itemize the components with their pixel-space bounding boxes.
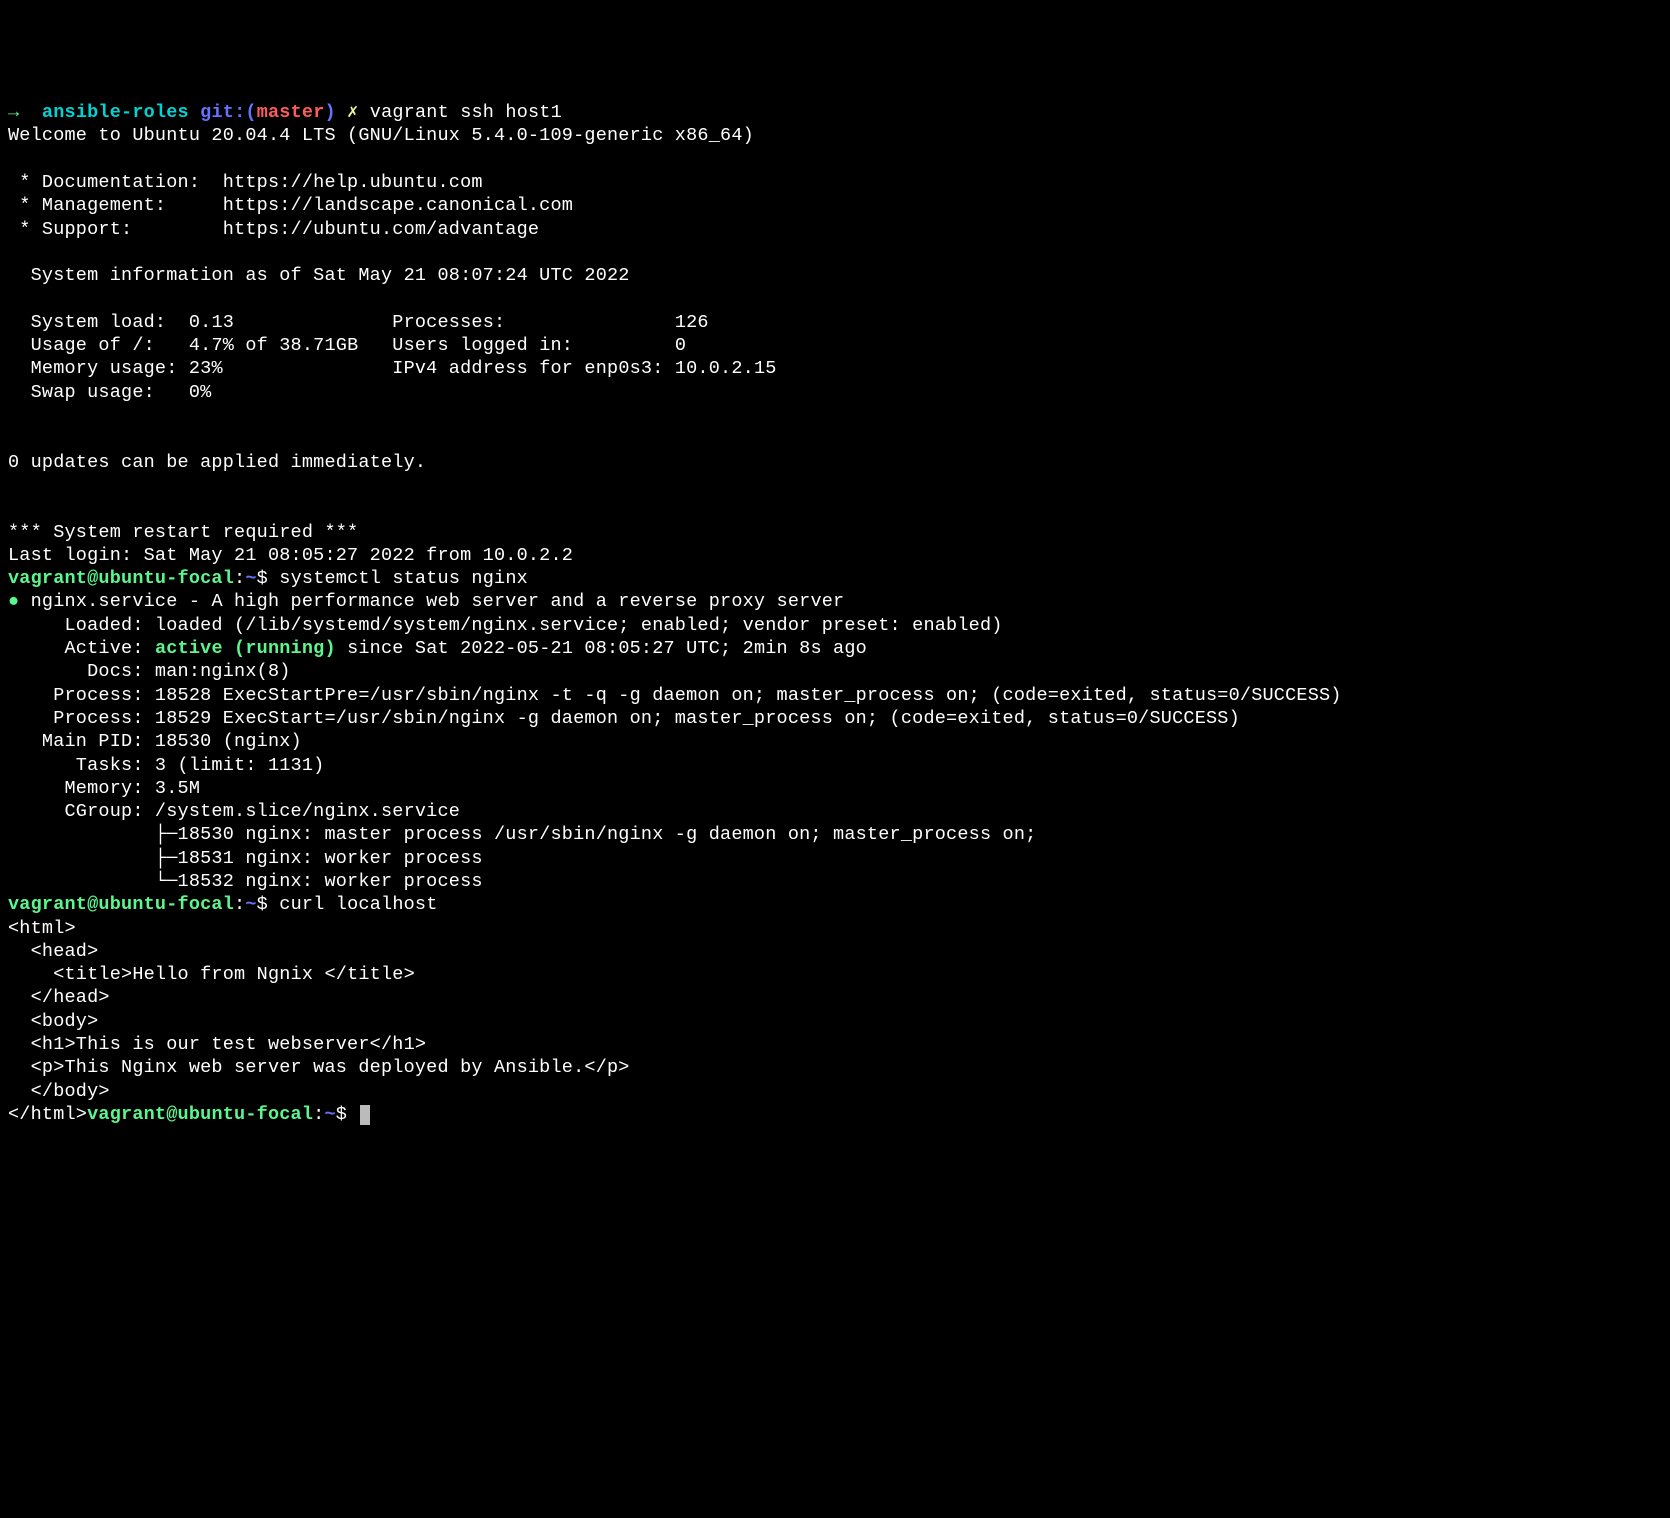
prompt-path: ~ (245, 894, 256, 915)
prompt-path: ~ (245, 568, 256, 589)
curl-line: <h1>This is our test webserver</h1> (8, 1034, 426, 1055)
prompt-symbol: ✗ (347, 102, 358, 123)
swap-value: 0% (189, 382, 212, 403)
tree-line-1: ├─18530 nginx: master process /usr/sbin/… (8, 824, 1036, 845)
prompt-user-host: vagrant@ubuntu-focal (8, 568, 234, 589)
restart-line: *** System restart required *** (8, 522, 358, 543)
prompt-colon: : (234, 894, 245, 915)
swap-label: Swap usage: (8, 382, 189, 403)
motd-mgmt-label: * Management: (8, 195, 223, 216)
tree-line-2: ├─18531 nginx: worker process (8, 848, 483, 869)
motd-mgmt-url: https://landscape.canonical.com (223, 195, 573, 216)
git-label: git:( (200, 102, 257, 123)
service-line: nginx.service - A high performance web s… (19, 591, 844, 612)
process1-line: Process: 18528 ExecStartPre=/usr/sbin/ng… (8, 685, 1342, 706)
curl-line: <head> (8, 941, 98, 962)
main-pid-line: Main PID: 18530 (nginx) (8, 731, 302, 752)
prompt-dollar: $ (257, 894, 268, 915)
curl-line: <body> (8, 1011, 98, 1032)
cursor-icon (360, 1105, 370, 1125)
active-label: Active: (8, 638, 155, 659)
docs-line: Docs: man:nginx(8) (8, 661, 291, 682)
command-input: vagrant ssh host1 (370, 102, 562, 123)
users-label: Users logged in: (392, 335, 675, 356)
status-bullet-icon: ● (8, 591, 19, 612)
prompt-colon: : (234, 568, 245, 589)
curl-line: <p>This Nginx web server was deployed by… (8, 1057, 630, 1078)
active-status: active (running) (155, 638, 336, 659)
curl-line: </body> (8, 1081, 110, 1102)
load-value: 0.13 (189, 312, 392, 333)
motd-support-url: https://ubuntu.com/advantage (223, 219, 539, 240)
memory-line: Memory: 3.5M (8, 778, 200, 799)
tree-line-3: └─18532 nginx: worker process (8, 871, 483, 892)
terminal-output[interactable]: → ansible-roles git:(master) ✗ vagrant s… (8, 101, 1662, 1126)
command-input: curl localhost (279, 894, 437, 915)
updates-line: 0 updates can be applied immediately. (8, 452, 426, 473)
last-login-line: Last login: Sat May 21 08:05:27 2022 fro… (8, 545, 573, 566)
prompt-dollar: $ (336, 1104, 347, 1125)
cgroup-line: CGroup: /system.slice/nginx.service (8, 801, 460, 822)
curl-line: </html> (8, 1104, 87, 1125)
motd-support-label: * Support: (8, 219, 223, 240)
ipv4-label: IPv4 address for enp0s3: (392, 358, 675, 379)
prompt-colon: : (313, 1104, 324, 1125)
curl-line: <title>Hello from Ngnix </title> (8, 964, 415, 985)
prompt-path: ~ (324, 1104, 335, 1125)
load-label: System load: (8, 312, 189, 333)
prompt-dir: ansible-roles (42, 102, 189, 123)
active-rest: since Sat 2022-05-21 08:05:27 UTC; 2min … (336, 638, 867, 659)
usage-label: Usage of /: (8, 335, 189, 356)
usage-value: 4.7% of 38.71GB (189, 335, 392, 356)
sysinfo-header: System information as of Sat May 21 08:0… (8, 265, 630, 286)
curl-line: <html> (8, 918, 76, 939)
git-branch: master (257, 102, 325, 123)
prompt-user-host: vagrant@ubuntu-focal (8, 894, 234, 915)
processes-value: 126 (675, 312, 709, 333)
prompt-dollar: $ (257, 568, 268, 589)
loaded-line: Loaded: loaded (/lib/systemd/system/ngin… (8, 615, 1003, 636)
motd-doc-label: * Documentation: (8, 172, 223, 193)
processes-label: Processes: (392, 312, 675, 333)
motd-doc-url: https://help.ubuntu.com (223, 172, 483, 193)
curl-line: </head> (8, 987, 110, 1008)
command-input: systemctl status nginx (279, 568, 528, 589)
git-close: ) (325, 102, 336, 123)
prompt-arrow: → (8, 102, 19, 123)
prompt-user-host: vagrant@ubuntu-focal (87, 1104, 313, 1125)
ipv4-value: 10.0.2.15 (675, 358, 777, 379)
memory-value: 23% (189, 358, 392, 379)
process2-line: Process: 18529 ExecStart=/usr/sbin/nginx… (8, 708, 1240, 729)
users-value: 0 (675, 335, 686, 356)
memory-label: Memory usage: (8, 358, 189, 379)
motd-welcome: Welcome to Ubuntu 20.04.4 LTS (GNU/Linux… (8, 125, 754, 146)
tasks-line: Tasks: 3 (limit: 1131) (8, 755, 324, 776)
